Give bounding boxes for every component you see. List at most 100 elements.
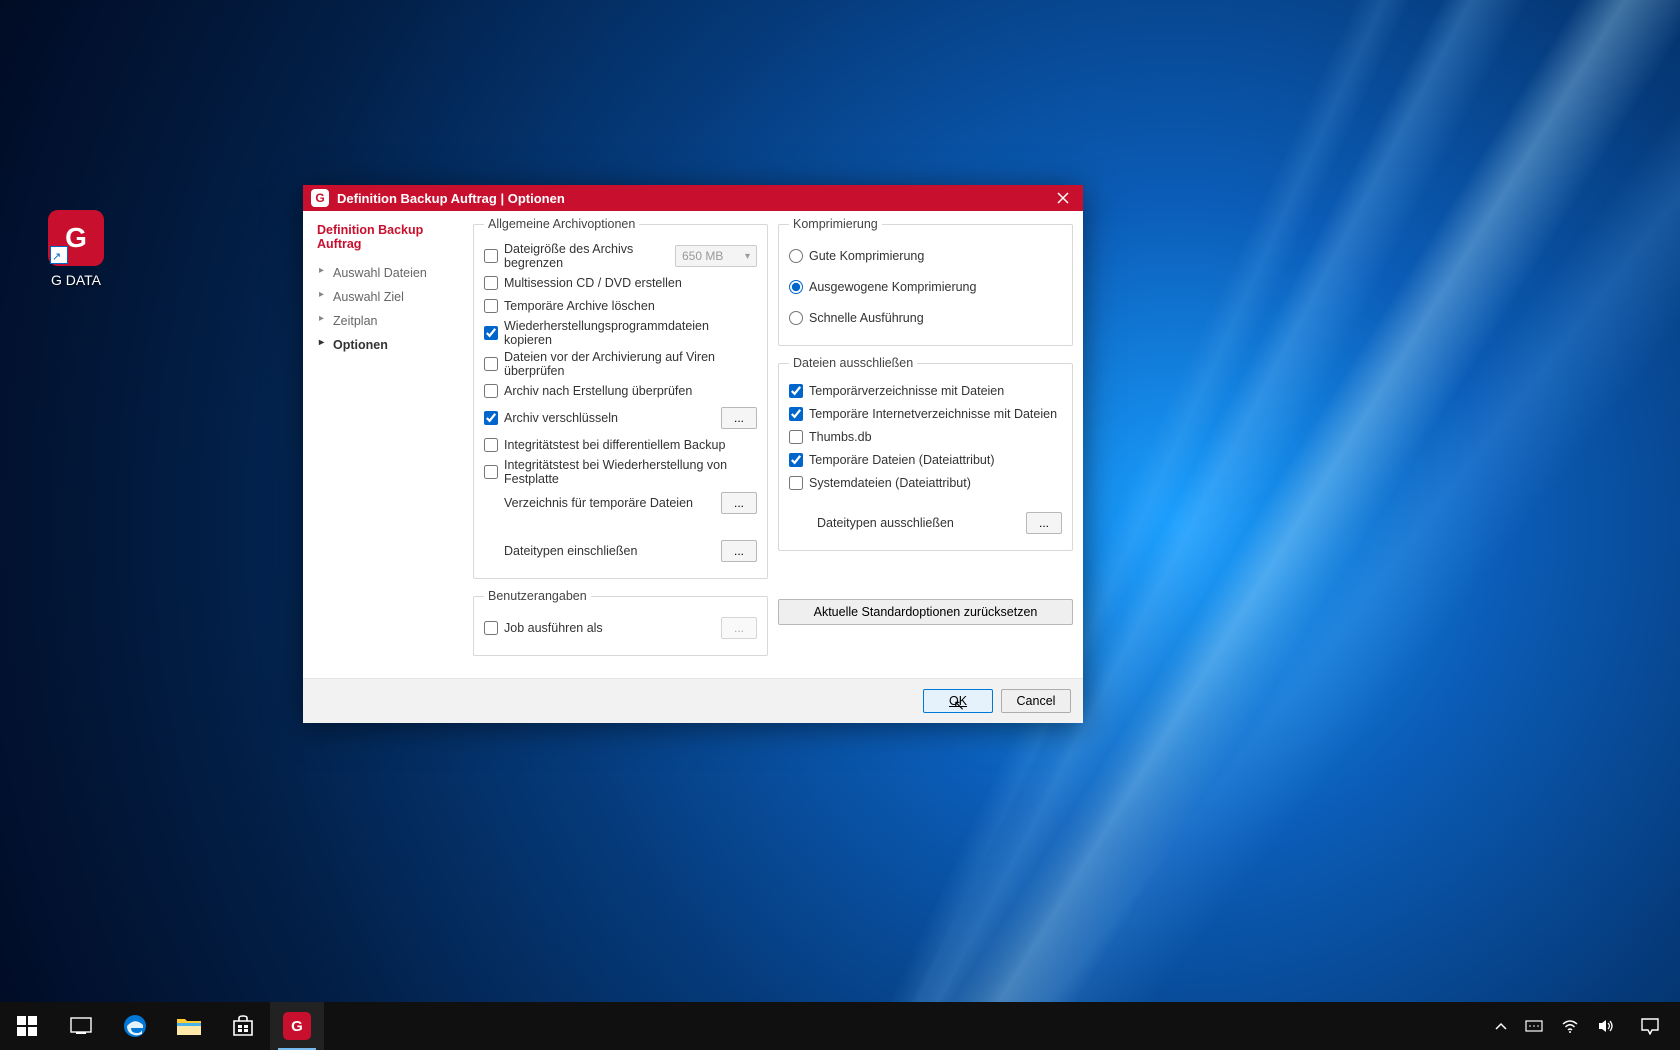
opt-restore-integrity: Integritätstest bei Wiederherstellung vo… [484, 458, 757, 486]
dialog-body: Definition Backup Auftrag Auswahl Dateie… [303, 211, 1083, 678]
speaker-icon [1597, 1017, 1615, 1035]
checkbox-label: Dateigröße des Archivs begrenzen [504, 242, 675, 270]
checkbox-label: Wiederherstellungsprogrammdateien kopier… [504, 319, 757, 347]
checkbox-label: Job ausführen als [504, 621, 721, 635]
taskbar-gdata[interactable]: G [270, 1002, 324, 1050]
checkbox-label: Archiv nach Erstellung überprüfen [504, 384, 757, 398]
exclude-inetdirs-checkbox[interactable] [789, 407, 803, 421]
taskbar-store[interactable] [216, 1002, 270, 1050]
checkbox-label: Systemdateien (Dateiattribut) [809, 476, 1062, 490]
close-icon [1057, 192, 1069, 204]
cancel-button[interactable]: Cancel [1001, 689, 1071, 713]
opt-exclude-inetdirs: Temporäre Internetverzeichnisse mit Date… [789, 404, 1062, 424]
checkbox-label: Thumbs.db [809, 430, 1062, 444]
tray-network[interactable] [1552, 1002, 1588, 1050]
exclude-thumbs-checkbox[interactable] [789, 430, 803, 444]
opt-exclude-tempdirs: Temporärverzeichnisse mit Dateien [789, 381, 1062, 401]
group-legend: Allgemeine Archivoptionen [484, 217, 639, 231]
sidebar-item-label: Optionen [333, 338, 388, 352]
encrypt-settings-button[interactable]: ... [721, 407, 757, 429]
notification-icon [1640, 1017, 1660, 1035]
radio-label: Gute Komprimierung [809, 249, 1062, 263]
sidebar-item-label: Zeitplan [333, 314, 377, 328]
exclude-tempfiles-checkbox[interactable] [789, 453, 803, 467]
tray-overflow-button[interactable] [1486, 1002, 1516, 1050]
opt-exclude-thumbs: Thumbs.db [789, 427, 1062, 447]
close-button[interactable] [1043, 185, 1083, 211]
checkbox-label: Multisession CD / DVD erstellen [504, 276, 757, 290]
group-legend: Komprimierung [789, 217, 882, 231]
action-center-button[interactable] [1624, 1002, 1676, 1050]
opt-compression-balanced: Ausgewogene Komprimierung [789, 273, 1062, 301]
compression-fast-radio[interactable] [789, 311, 803, 325]
system-tray [1486, 1002, 1680, 1050]
sidebar-item-select-target[interactable]: Auswahl Ziel [317, 285, 465, 309]
options-pane: Allgemeine Archivoptionen Dateigröße des… [473, 211, 1083, 678]
option-label: Dateitypen einschließen [504, 544, 721, 558]
opt-copy-restore: Wiederherstellungsprogrammdateien kopier… [484, 319, 757, 347]
restore-integrity-checkbox[interactable] [484, 465, 498, 479]
taskbar: G [0, 1002, 1680, 1050]
group-legend: Dateien ausschließen [789, 356, 917, 370]
task-view-icon [70, 1017, 92, 1035]
tray-volume[interactable] [1588, 1002, 1624, 1050]
start-button[interactable] [0, 1002, 54, 1050]
chevron-up-icon [1495, 1022, 1507, 1030]
opt-include-types: Dateitypen einschließen ... [484, 537, 757, 565]
desktop-icon-label: G DATA [30, 272, 122, 288]
reset-defaults-button[interactable]: Aktuelle Standardoptionen zurücksetzen [778, 599, 1073, 625]
right-column: Komprimierung Gute Komprimierung Ausgewo… [778, 217, 1073, 666]
task-view-button[interactable] [54, 1002, 108, 1050]
checkbox-label: Archiv verschlüsseln [504, 411, 721, 425]
verify-after-checkbox[interactable] [484, 384, 498, 398]
encrypt-checkbox[interactable] [484, 411, 498, 425]
opt-verify-after: Archiv nach Erstellung überprüfen [484, 381, 757, 401]
wizard-sidebar: Definition Backup Auftrag Auswahl Dateie… [303, 211, 473, 678]
opt-limit-size: Dateigröße des Archivs begrenzen 650 MB [484, 242, 757, 270]
opt-compression-fast: Schnelle Ausführung [789, 304, 1062, 332]
include-types-button[interactable]: ... [721, 540, 757, 562]
opt-temp-dir: Verzeichnis für temporäre Dateien ... [484, 489, 757, 517]
delete-temp-checkbox[interactable] [484, 299, 498, 313]
exclude-sysfiles-checkbox[interactable] [789, 476, 803, 490]
compression-balanced-radio[interactable] [789, 280, 803, 294]
compression-good-radio[interactable] [789, 249, 803, 263]
sidebar-item-options[interactable]: Optionen [317, 333, 465, 357]
gdata-taskbar-icon: G [283, 1012, 311, 1040]
gdata-app-icon: G [311, 189, 329, 207]
wifi-icon [1561, 1017, 1579, 1035]
opt-exclude-sysfiles: Systemdateien (Dateiattribut) [789, 473, 1062, 493]
sidebar-item-select-files[interactable]: Auswahl Dateien [317, 261, 465, 285]
run-as-settings-button[interactable]: ... [721, 617, 757, 639]
dialog-titlebar[interactable]: G Definition Backup Auftrag | Optionen [303, 185, 1083, 211]
tray-input-indicator[interactable] [1516, 1002, 1552, 1050]
temp-dir-browse-button[interactable]: ... [721, 492, 757, 514]
multisession-checkbox[interactable] [484, 276, 498, 290]
checkbox-label: Temporärverzeichnisse mit Dateien [809, 384, 1062, 398]
exclude-types-button[interactable]: ... [1026, 512, 1062, 534]
backup-options-dialog: G Definition Backup Auftrag | Optionen D… [303, 185, 1083, 723]
archive-size-select[interactable]: 650 MB [675, 245, 757, 267]
ok-button[interactable]: OK [923, 689, 993, 713]
desktop-icon-gdata[interactable]: G ↗ G DATA [30, 210, 122, 288]
virus-check-checkbox[interactable] [484, 357, 498, 371]
taskbar-file-explorer[interactable] [162, 1002, 216, 1050]
archive-options-group: Allgemeine Archivoptionen Dateigröße des… [473, 217, 768, 579]
checkbox-label: Dateien vor der Archivierung auf Viren ü… [504, 350, 757, 378]
opt-exclude-tempfiles: Temporäre Dateien (Dateiattribut) [789, 450, 1062, 470]
opt-encrypt: Archiv verschlüsseln ... [484, 404, 757, 432]
copy-restore-checkbox[interactable] [484, 326, 498, 340]
radio-label: Schnelle Ausführung [809, 311, 1062, 325]
checkbox-label: Integritätstest bei Wiederherstellung vo… [504, 458, 757, 486]
exclude-tempdirs-checkbox[interactable] [789, 384, 803, 398]
limit-size-checkbox[interactable] [484, 249, 498, 263]
edge-icon [122, 1013, 148, 1039]
store-icon [231, 1014, 255, 1038]
option-label: Dateitypen ausschließen [817, 516, 1026, 530]
taskbar-edge[interactable] [108, 1002, 162, 1050]
sidebar-item-schedule[interactable]: Zeitplan [317, 309, 465, 333]
opt-compression-good: Gute Komprimierung [789, 242, 1062, 270]
sidebar-header: Definition Backup Auftrag [317, 223, 465, 251]
run-as-checkbox[interactable] [484, 621, 498, 635]
diff-integrity-checkbox[interactable] [484, 438, 498, 452]
